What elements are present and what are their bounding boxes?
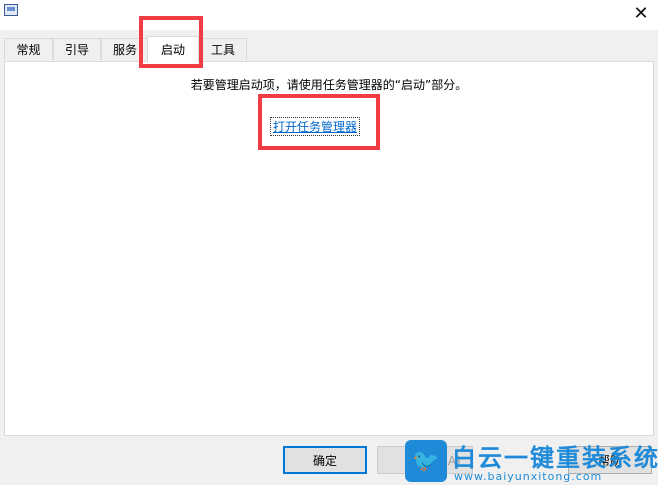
msconfig-app-icon xyxy=(4,4,18,16)
startup-tab-panel: 若要管理启动项，请使用任务管理器的“启动”部分。 打开任务管理器 xyxy=(4,61,654,436)
watermark-title: 白云一键重装系统 xyxy=(452,444,658,472)
tab-tools[interactable]: 工具 xyxy=(199,38,247,60)
close-icon: ✕ xyxy=(633,2,649,24)
open-task-manager-link[interactable]: 打开任务管理器 xyxy=(270,117,361,136)
tab-general[interactable]: 常规 xyxy=(4,38,53,60)
watermark-url: www.baiyunxitong.com xyxy=(454,470,603,483)
site-watermark: 🐦 白云一键重装系统 www.baiyunxitong.com xyxy=(402,438,658,485)
tab-services[interactable]: 服务 xyxy=(101,38,149,60)
tab-boot[interactable]: 引导 xyxy=(53,38,101,60)
twitter-bird-icon: 🐦 xyxy=(405,440,447,482)
tab-strip: 常规 引导 服务 启动 工具 xyxy=(4,36,654,62)
close-button[interactable]: ✕ xyxy=(624,0,658,26)
ok-button[interactable]: 确定 xyxy=(283,446,367,474)
title-bar: ✕ xyxy=(0,0,658,30)
startup-hint-text: 若要管理启动项，请使用任务管理器的“启动”部分。 xyxy=(190,78,468,92)
tab-startup[interactable]: 启动 xyxy=(147,36,199,62)
